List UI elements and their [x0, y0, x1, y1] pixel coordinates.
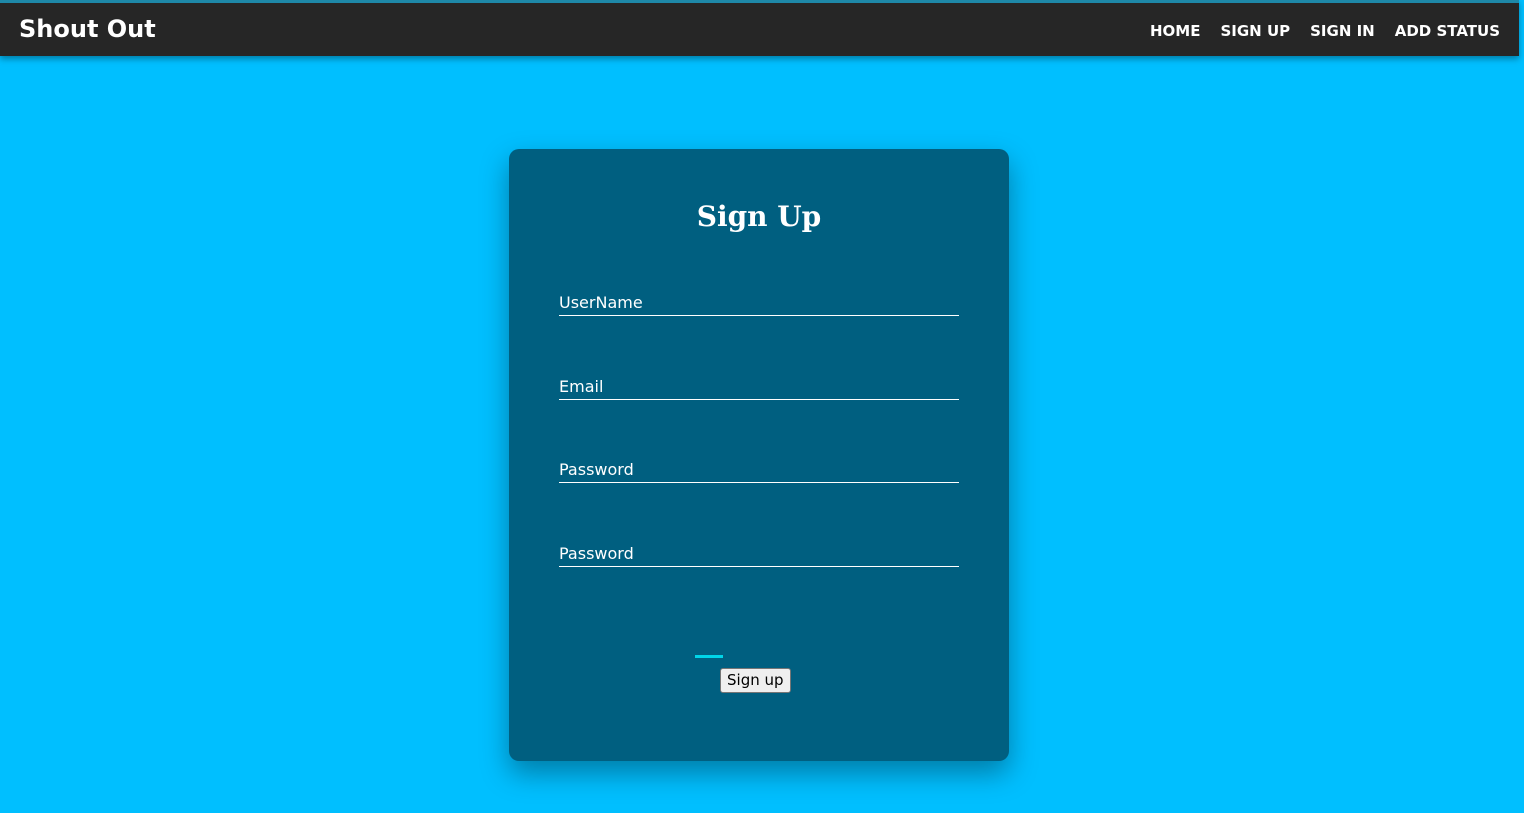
confirm-password-input[interactable] [559, 540, 959, 567]
nav-link-sign-in[interactable]: SIGN IN [1310, 21, 1375, 41]
nav-links: HOME SIGN UP SIGN IN ADD STATUS [1150, 21, 1500, 41]
top-navbar: Shout Out HOME SIGN UP SIGN IN ADD STATU… [0, 0, 1519, 56]
signup-card: Sign Up Sign up [509, 149, 1009, 761]
password-input[interactable] [559, 456, 959, 483]
username-input[interactable] [559, 289, 959, 316]
sign-up-button[interactable]: Sign up [720, 668, 791, 693]
nav-link-add-status[interactable]: ADD STATUS [1395, 21, 1500, 41]
accent-bar [695, 655, 723, 658]
nav-link-home[interactable]: HOME [1150, 21, 1200, 41]
nav-link-sign-up[interactable]: SIGN UP [1220, 21, 1290, 41]
brand-logo-text[interactable]: Shout Out [19, 14, 156, 44]
email-input[interactable] [559, 373, 959, 400]
signup-title: Sign Up [696, 200, 822, 233]
